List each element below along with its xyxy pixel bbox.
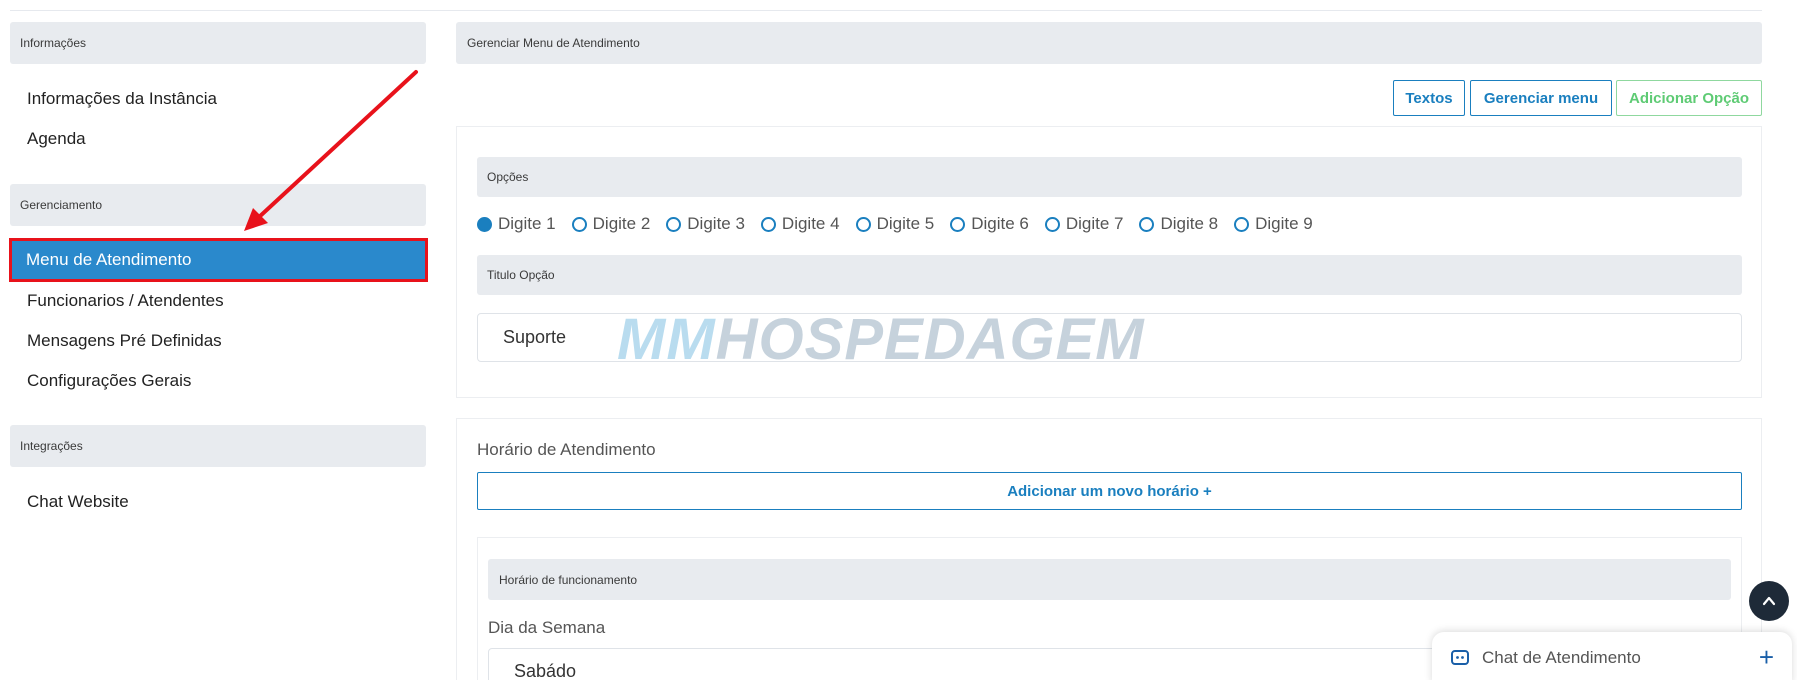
sidebar-item-label: Configurações Gerais xyxy=(27,371,192,390)
textos-button[interactable]: Textos xyxy=(1393,80,1465,116)
top-divider xyxy=(10,10,1762,11)
chat-bot-icon xyxy=(1451,650,1469,665)
section-header-integracoes: Integrações xyxy=(10,425,426,467)
page-title: Gerenciar Menu de Atendimento xyxy=(456,22,1762,64)
section-header-informacoes: Informações xyxy=(10,22,426,64)
radio-digite-5[interactable]: Digite 5 xyxy=(855,214,934,234)
radio-unchecked-icon xyxy=(855,216,871,232)
option-radio-group: Digite 1 Digite 2 Digite 3 Digite 4 Digi… xyxy=(477,214,1329,234)
radio-unchecked-icon xyxy=(571,216,587,232)
radio-digite-8[interactable]: Digite 8 xyxy=(1139,214,1218,234)
chevron-up-icon xyxy=(1762,596,1776,606)
sidebar-item-funcionarios[interactable]: Funcionarios / Atendentes xyxy=(10,281,426,321)
sidebar-item-label: Mensagens Pré Definidas xyxy=(27,331,222,350)
sidebar-item-chat-website[interactable]: Chat Website xyxy=(10,482,426,522)
radio-unchecked-icon xyxy=(760,216,776,232)
chat-widget-title: Chat de Atendimento xyxy=(1482,648,1641,667)
option-title-header: Titulo Opção xyxy=(477,255,1742,295)
radio-digite-9[interactable]: Digite 9 xyxy=(1234,214,1313,234)
add-new-time-button[interactable]: Adicionar um novo horário + xyxy=(477,472,1742,510)
sidebar-item-label: Chat Website xyxy=(27,492,129,511)
chat-widget[interactable]: Chat de Atendimento + xyxy=(1432,632,1792,680)
sidebar-item-menu-atendimento[interactable]: Menu de Atendimento xyxy=(9,238,428,282)
sidebar-item-agenda[interactable]: Agenda xyxy=(10,119,426,159)
radio-digite-7[interactable]: Digite 7 xyxy=(1044,214,1123,234)
sidebar-item-label: Agenda xyxy=(27,129,86,148)
radio-unchecked-icon xyxy=(1044,216,1060,232)
working-hours-header: Horário de funcionamento xyxy=(488,559,1731,600)
radio-unchecked-icon xyxy=(1234,216,1250,232)
adicionar-opcao-button[interactable]: Adicionar Opção xyxy=(1616,80,1762,116)
sidebar-item-mensagens[interactable]: Mensagens Pré Definidas xyxy=(10,321,426,361)
sidebar-item-configuracoes[interactable]: Configurações Gerais xyxy=(10,361,426,401)
schedule-label: Horário de Atendimento xyxy=(477,440,656,459)
scroll-top-button[interactable] xyxy=(1749,581,1789,621)
sidebar-item-label: Menu de Atendimento xyxy=(26,250,192,269)
radio-checked-icon xyxy=(477,216,492,232)
radio-digite-6[interactable]: Digite 6 xyxy=(950,214,1029,234)
radio-digite-3[interactable]: Digite 3 xyxy=(666,214,745,234)
radio-digite-4[interactable]: Digite 4 xyxy=(760,214,840,234)
options-header: Opções xyxy=(477,157,1742,197)
radio-digite-1[interactable]: Digite 1 xyxy=(477,214,556,234)
radio-unchecked-icon xyxy=(1139,216,1155,232)
radio-unchecked-icon xyxy=(666,216,682,232)
option-title-input[interactable]: Suporte xyxy=(477,313,1742,362)
day-of-week-label: Dia da Semana xyxy=(488,618,606,637)
chat-expand-plus-icon[interactable]: + xyxy=(1759,644,1774,670)
gerenciar-menu-button[interactable]: Gerenciar menu xyxy=(1470,80,1612,116)
radio-unchecked-icon xyxy=(950,216,966,232)
sidebar-item-label: Informações da Instância xyxy=(27,89,217,108)
radio-digite-2[interactable]: Digite 2 xyxy=(571,214,650,234)
sidebar-item-label: Funcionarios / Atendentes xyxy=(27,291,224,310)
sidebar-item-informacoes-instancia[interactable]: Informações da Instância xyxy=(10,79,426,119)
section-header-gerenciamento: Gerenciamento xyxy=(10,184,426,226)
